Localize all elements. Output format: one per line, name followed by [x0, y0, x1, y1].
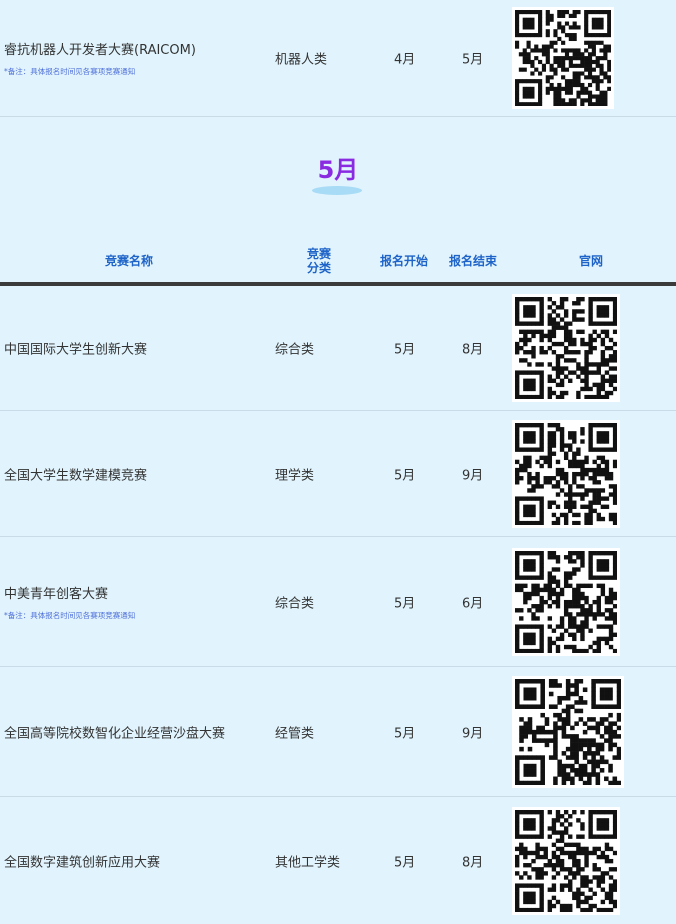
qr-code-icon[interactable] [512, 675, 624, 788]
competition-note: *备注：具体报名时间见各赛项竞赛通知 [4, 67, 136, 76]
competition-category: 综合类 [275, 342, 315, 357]
registration-start: 4月 [394, 52, 416, 68]
competition-name-cell: 中美青年创客大赛 *备注：具体报名时间见各赛项竞赛通知 [4, 583, 135, 621]
month-underline [312, 186, 362, 195]
competition-name-cell: 全国数字建筑创新应用大赛 [4, 851, 160, 870]
header-start: 报名开始 [380, 254, 429, 268]
registration-start: 5月 [394, 468, 416, 483]
header-site: 官网 [579, 254, 604, 268]
competition-name-cell: 中国国际大学生创新大赛 [4, 338, 147, 357]
competition-name: 睿抗机器人开发者大赛(RAICOM) [4, 43, 196, 58]
competition-category: 理学类 [275, 468, 315, 483]
header-name: 竞赛名称 [105, 254, 154, 268]
header-category-line2: 分类 [307, 261, 332, 275]
registration-end: 8月 [462, 855, 484, 870]
competition-name-cell: 睿抗机器人开发者大赛(RAICOM) *备注：具体报名时间见各赛项竞赛通知 [4, 39, 196, 77]
table-header: 竞赛名称 竞赛 分类 报名开始 报名结束 官网 [0, 240, 676, 286]
competition-name-cell: 全国大学生数学建模竞赛 [4, 464, 147, 483]
header-end: 报名结束 [449, 254, 498, 268]
qr-code-icon[interactable] [512, 806, 620, 915]
competition-note: *备注：具体报名时间见各赛项竞赛通知 [4, 610, 136, 620]
registration-start: 5月 [394, 855, 416, 870]
registration-end: 8月 [462, 342, 484, 357]
qr-code-icon[interactable] [512, 7, 614, 109]
registration-end: 9月 [462, 468, 484, 483]
qr-code-icon[interactable] [512, 293, 620, 402]
table-row: 全国高等院校数智化企业经营沙盘大赛 经管类 5月 9月 [0, 667, 676, 797]
competition-name: 全国数字建筑创新应用大赛 [4, 855, 161, 870]
competition-name: 中美青年创客大赛 [4, 586, 109, 602]
table-row: 全国大学生数学建模竞赛 理学类 5月 9月 [0, 411, 676, 537]
header-category: 竞赛 分类 [307, 247, 331, 275]
qr-code-icon[interactable] [512, 419, 620, 528]
competition-name-cell: 全国高等院校数智化企业经营沙盘大赛 [4, 722, 225, 741]
competition-category: 经管类 [275, 726, 315, 741]
competition-name: 中国国际大学生创新大赛 [4, 342, 148, 357]
month-title: 5月 [317, 156, 359, 184]
registration-end: 6月 [462, 596, 484, 611]
competition-category: 综合类 [275, 596, 315, 611]
registration-start: 5月 [394, 726, 416, 741]
competition-name: 全国高等院校数智化企业经营沙盘大赛 [4, 726, 226, 741]
registration-end: 9月 [462, 726, 484, 741]
table-row: 全国数字建筑创新应用大赛 其他工学类 5月 8月 [0, 797, 676, 924]
table-row-raicom: 睿抗机器人开发者大赛(RAICOM) *备注：具体报名时间见各赛项竞赛通知 机器… [0, 0, 676, 117]
competition-category: 其他工学类 [275, 855, 341, 870]
registration-end: 5月 [462, 52, 484, 68]
registration-start: 5月 [394, 596, 416, 611]
competition-category: 机器人类 [275, 52, 328, 68]
header-category-line1: 竞赛 [307, 247, 332, 261]
table-row: 中美青年创客大赛 *备注：具体报名时间见各赛项竞赛通知 综合类 5月 6月 [0, 537, 676, 667]
registration-start: 5月 [394, 342, 416, 357]
competition-name: 全国大学生数学建模竞赛 [4, 468, 148, 483]
table-row: 中国国际大学生创新大赛 综合类 5月 8月 [0, 285, 676, 411]
qr-code-icon[interactable] [512, 547, 620, 656]
